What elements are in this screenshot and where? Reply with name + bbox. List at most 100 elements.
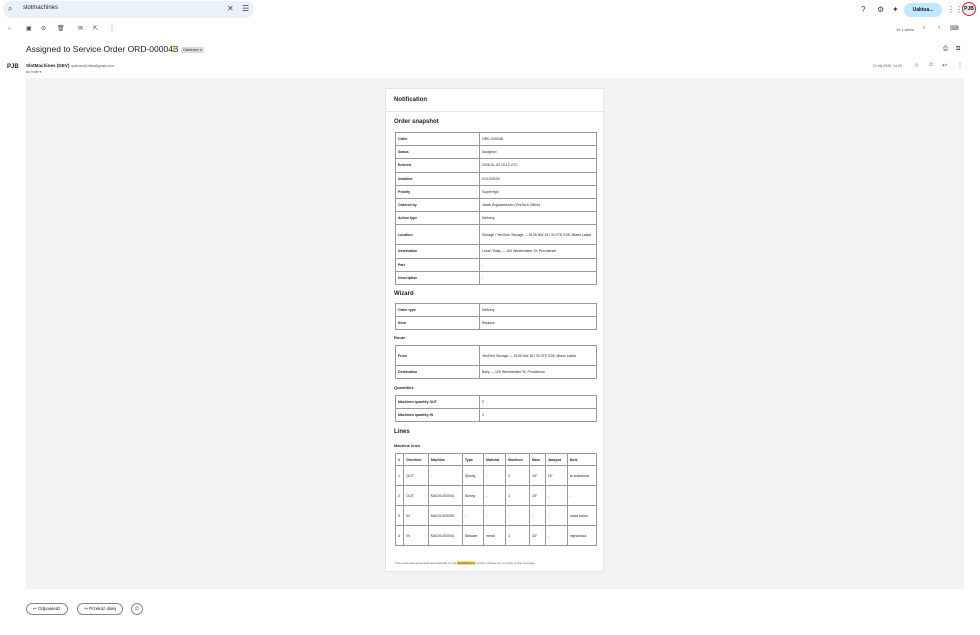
table-row: From YesTech Storage — 5135 NW 167 St STE… bbox=[395, 345, 597, 366]
row-label: Location bbox=[395, 224, 480, 246]
row-value: Replace bbox=[479, 316, 597, 331]
forward-button[interactable]: ↪ Przekaż dalej bbox=[77, 603, 124, 615]
wizard-table: Order type Delivery Kind Replace bbox=[395, 302, 597, 331]
search-input[interactable]: slotmachines bbox=[23, 5, 58, 11]
row-value: ORD-00004B bbox=[479, 131, 597, 147]
more-options-icon[interactable]: ⋮ bbox=[109, 25, 115, 32]
row-value: SuperHigh bbox=[479, 184, 597, 199]
message-toolbar: ← ▣ ⊘ 🗑 ✉ ⇱ ⋮ 15 z wielu ‹ › ⌨ bbox=[0, 23, 980, 36]
table-cell: - bbox=[566, 485, 598, 506]
row-label: Entered bbox=[395, 158, 480, 173]
table-row: Order ORD-00004B bbox=[395, 131, 597, 147]
settings-icon[interactable]: ⚙ bbox=[877, 5, 884, 14]
card-footer: This email was generated automatically b… bbox=[395, 561, 536, 565]
lines-heading: Lines bbox=[394, 429, 410, 435]
recipients[interactable]: do mnie ▾ bbox=[26, 70, 41, 74]
row-value: 2 bbox=[479, 408, 597, 423]
row-value: Storage / YesTech Storage — 5135 NW 167 … bbox=[479, 224, 597, 246]
table-cell: MACH-000005 bbox=[427, 505, 463, 526]
emoji-button[interactable]: ☺ bbox=[131, 603, 143, 615]
gemini-icon[interactable]: ✦ bbox=[892, 5, 899, 14]
table-cell: Sitdown bbox=[461, 525, 485, 546]
table-row: 3 IN MACH-000005- - - - - nowa ładna bbox=[394, 505, 598, 526]
table-cell: MACH-000004 bbox=[427, 525, 463, 546]
next-icon[interactable]: › bbox=[938, 25, 940, 31]
print-icon[interactable]: ⎙ bbox=[943, 46, 948, 53]
table-row: 2 OUT MACH-000004 Skinny -1 15" - - bbox=[394, 485, 598, 506]
table-cell: 2 bbox=[394, 485, 405, 506]
table-cell: - bbox=[544, 485, 568, 506]
row-label: Destination bbox=[395, 244, 480, 259]
mark-unread-icon[interactable]: ✉ bbox=[78, 25, 83, 32]
row-label: Machines quantity OUT bbox=[395, 394, 480, 410]
row-label: Description bbox=[395, 270, 480, 285]
table-row: Kind Replace bbox=[395, 316, 597, 331]
table-cell: 15" bbox=[529, 485, 546, 506]
important-icon[interactable]: ❯ bbox=[171, 45, 176, 52]
card-title: Notification bbox=[394, 97, 427, 103]
star-icon[interactable]: ☆ bbox=[914, 62, 919, 69]
move-to-icon[interactable]: ⇱ bbox=[93, 25, 98, 32]
row-value: YesTech Storage — 5135 NW 167 St STE E28… bbox=[479, 345, 597, 366]
snapshot-heading: Order snapshot bbox=[394, 119, 439, 125]
row-label: Machines quantity IN bbox=[395, 408, 480, 423]
table-cell: - bbox=[529, 505, 546, 526]
row-value: Local / Bally — 100 Westminster St, Prov… bbox=[479, 244, 597, 259]
upgrade-button[interactable]: Uaktua... bbox=[904, 3, 942, 17]
more-icon[interactable]: ⋮ bbox=[957, 62, 963, 69]
row-value: Jacek Bogdankenko (YesTech Office) bbox=[479, 197, 597, 213]
table-cell: 2 bbox=[505, 465, 531, 486]
row-label: Kind bbox=[395, 316, 480, 331]
clear-search-icon[interactable]: ✕ bbox=[227, 4, 234, 13]
table-cell: 15" bbox=[529, 465, 546, 486]
table-row: Order type Delivery bbox=[395, 302, 597, 318]
sender-email: <patches@ofdea@gmail.com> bbox=[70, 64, 115, 68]
column-header: Material bbox=[483, 453, 507, 466]
row-value: - bbox=[479, 270, 597, 285]
row-value: Bally — 100 Westminster St, Providence bbox=[479, 364, 597, 380]
table-row: 4 IN MACH-000004 Sitdown metal 1 43" - najnowsza bbox=[394, 525, 598, 546]
archive-icon[interactable]: ▣ bbox=[26, 25, 32, 32]
machine-lines-heading: Machine lines bbox=[394, 443, 421, 448]
table-cell: 1 bbox=[505, 485, 531, 506]
table-cell: 15" bbox=[544, 465, 568, 486]
table-cell: 3 bbox=[394, 505, 405, 526]
column-header: Main bbox=[529, 453, 546, 466]
table-cell: - bbox=[427, 465, 463, 486]
table-cell: nowa ładna bbox=[566, 505, 598, 526]
apps-icon[interactable]: ⋮⋮ bbox=[947, 5, 963, 14]
search-bar[interactable]: ⌕ slotmachines ✕ ☰ bbox=[3, 1, 254, 18]
column-header: Note bbox=[566, 453, 598, 466]
divider bbox=[386, 111, 605, 112]
back-arrow-icon[interactable]: ← bbox=[7, 25, 13, 31]
wizard-heading: Wizard bbox=[394, 291, 414, 297]
inbox-label[interactable]: Odebrane ✕ bbox=[181, 47, 205, 53]
report-spam-icon[interactable]: ⊘ bbox=[41, 25, 46, 32]
table-cell: - bbox=[505, 505, 531, 526]
row-label: Deadline bbox=[395, 171, 480, 186]
reply-button[interactable]: ↩ Odpowiedz bbox=[26, 603, 68, 615]
row-value: Delivery bbox=[479, 211, 597, 226]
prev-icon[interactable]: ‹ bbox=[923, 25, 925, 31]
table-cell: - bbox=[483, 465, 507, 486]
keyboard-icon[interactable]: ⌨ bbox=[950, 25, 959, 32]
column-header: Machine bbox=[427, 453, 463, 466]
row-value: 01/13/2026 bbox=[479, 171, 597, 186]
table-row: Ordered by Jacek Bogdankenko (YesTech Off… bbox=[395, 197, 597, 213]
table-cell: 1 bbox=[505, 525, 531, 546]
help-icon[interactable]: ? bbox=[861, 5, 865, 14]
table-cell: IN bbox=[403, 525, 429, 546]
emoji-react-icon[interactable]: ☺ bbox=[928, 62, 934, 68]
table-cell: - bbox=[544, 525, 568, 546]
open-new-window-icon[interactable]: ⧉ bbox=[956, 46, 960, 53]
table-row: Deadline 01/13/2026 bbox=[395, 171, 597, 186]
row-label: From bbox=[395, 345, 480, 366]
table-row: Entered 2026-01-09 20:12 UTC bbox=[395, 158, 597, 173]
table-cell: MACH-000004 bbox=[427, 485, 463, 506]
reply-icon[interactable]: ↩ bbox=[942, 62, 947, 69]
delete-icon[interactable]: 🗑 bbox=[57, 25, 65, 32]
search-icon[interactable]: ⌕ bbox=[8, 4, 12, 14]
table-row: Description - bbox=[395, 270, 597, 285]
search-options-icon[interactable]: ☰ bbox=[242, 4, 249, 13]
account-avatar[interactable]: PJB bbox=[962, 2, 976, 16]
